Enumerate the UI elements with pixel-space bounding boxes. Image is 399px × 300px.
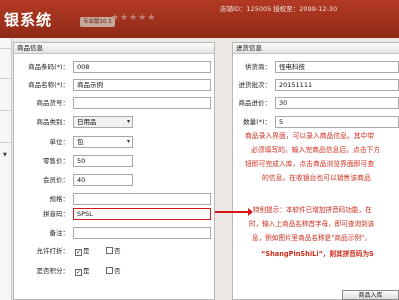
stock-in-button[interactable]: 商品入库 [342,290,399,300]
code-row: 商品条码(*)： 008 [28,61,211,73]
checkbox-unchecked-icon[interactable] [106,247,113,254]
intro-note-line: 的信息，在收银台也可以销售该商品 [262,174,371,182]
left-list-strip: ▼ [0,38,12,300]
name-input[interactable]: 商品示例 [73,79,211,91]
intro-note-line: 钮即可完成入库，点击商品浏览界面即可查 [245,160,375,168]
quantity-input[interactable]: 5 [275,116,399,128]
rating-stars: ★★★★★ [111,13,157,23]
tip-note-line: 息，例如图片里商品名称是“商品示例”， [252,234,371,242]
checkbox-unchecked-icon[interactable] [106,267,113,274]
remark-input[interactable] [73,227,211,239]
dropdown-arrow-icon[interactable]: ▼ [3,152,7,158]
unit-row: 单位： 包 [50,136,133,148]
allow-discount-no[interactable]: 否 [106,245,121,257]
category-select[interactable]: 日用品 [73,116,133,128]
supplier-input[interactable]: 怪电科技 [275,61,399,73]
retail-price-label: 零售价： [43,157,69,165]
batch-row: 进货批次： 20151111 [239,79,399,91]
member-price-input[interactable]: 40 [73,174,133,186]
batch-label: 进货批次： [238,81,272,89]
category-row: 商品类别： 日用品 [37,116,133,128]
purchase-price-label: 商品进价： [238,99,272,107]
purchase-info-title: 进货信息 [233,43,399,54]
points-no-label: 否 [114,267,121,275]
points-yes[interactable]: ✓ 是 [75,265,90,277]
remark-row: 备注： [50,227,211,239]
supplier-label: 供货商： [245,63,271,71]
spec-input[interactable] [73,193,211,205]
intro-note-line: 商品录入界面，可以录入商品信息。其中带 [245,132,375,140]
points-label: 是否积分： [36,267,70,275]
list-divider [0,78,12,79]
remark-label: 备注： [49,229,70,237]
member-price-label: 会员价： [43,176,69,184]
pinyin-row: 拼音码： SPSL [43,208,211,220]
list-divider [0,48,12,49]
purchase-price-input[interactable]: 30 [275,97,399,109]
member-price-row: 会员价： 40 [43,174,133,186]
retail-price-input[interactable]: 50 [73,155,133,167]
intro-note-line: 必须填写的。输入完商品信息后，点击下方 [251,146,381,154]
points-yes-label: 是 [83,267,90,275]
item-no-row: 商品货号： [37,97,211,109]
shop-info: 店铺ID：125005 授权至：2099-12-30 [220,5,338,13]
item-no-input[interactable] [73,97,211,109]
pinyin-input[interactable]: SPSL [73,208,211,220]
product-info-title: 商品信息 [14,43,214,54]
list-divider [0,110,12,111]
tip-note-line: 特别提示：本软件已增加拼音码功能，在 [253,206,372,214]
pinyin-label: 拼音码： [43,210,69,218]
retail-price-row: 零售价： 50 [43,155,133,167]
quantity-label: 数量(*)： [243,118,271,126]
unit-label: 单位： [49,138,70,146]
spec-label: 规格： [49,195,70,203]
code-input[interactable]: 008 [73,61,211,73]
allow-discount-label: 允许打折： [36,247,70,255]
supplier-row: 供货商： 怪电科技 [245,61,399,73]
allow-discount-no-label: 否 [114,247,121,255]
allow-discount-yes-label: 是 [83,247,90,255]
title-bar: 银系统 专业版10.1 ★★★★★ 店铺ID：125005 授权至：2099-1… [0,0,399,38]
unit-select[interactable]: 包 [73,136,133,148]
checkbox-checked-icon[interactable]: ✓ [75,269,82,276]
list-divider [0,142,12,143]
points-no[interactable]: 否 [106,265,121,277]
name-row: 商品名称(*)： 商品示例 [28,79,211,91]
tip-note-line: 时，输入上商品名称首字母，即可查询到该 [249,220,375,228]
tip-note-line: “ShangPinShiLi”，则其拼音码为S [261,250,374,258]
name-label: 商品名称(*)： [28,81,69,89]
checkbox-checked-icon[interactable]: ✓ [75,249,82,256]
version-badge: 专业版10.1 [80,17,115,27]
pointer-arrow-icon [215,208,253,216]
purchase-price-row: 商品进价： 30 [239,97,399,109]
batch-input[interactable]: 20151111 [275,79,399,91]
app-brand: 银系统 [4,11,53,29]
item-no-label: 商品货号： [36,99,70,107]
allow-discount-yes[interactable]: ✓ 是 [75,245,90,257]
code-label: 商品条码(*)： [28,63,69,71]
quantity-row: 数量(*)： 5 [243,116,399,128]
category-label: 商品类别： [36,118,70,126]
spec-row: 规格： [50,193,211,205]
